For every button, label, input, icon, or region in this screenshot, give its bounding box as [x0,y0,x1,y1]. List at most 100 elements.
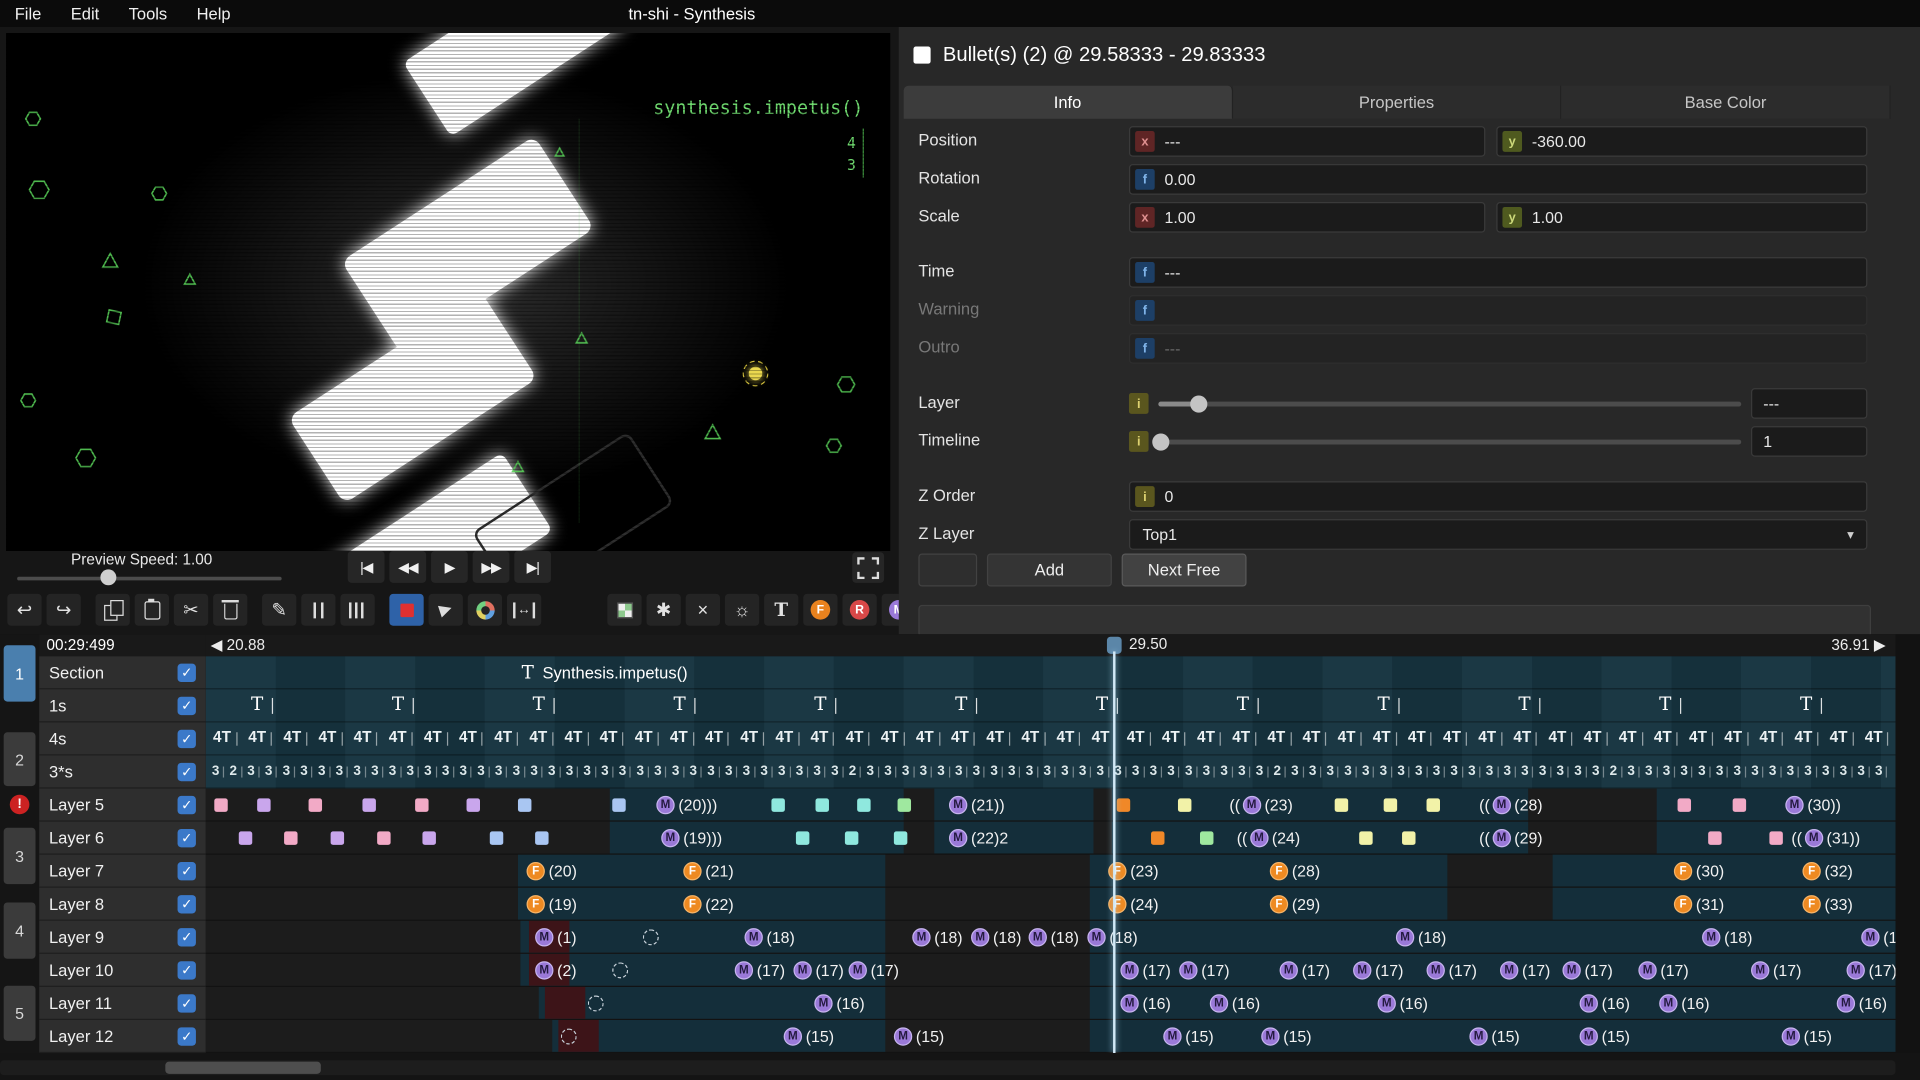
m-event-marker[interactable]: M (17) [848,960,899,981]
horizontal-scrollbar[interactable] [0,1060,1896,1076]
track-checkbox[interactable]: ✓ [177,993,196,1013]
beat-marker[interactable]: 3 [495,764,508,779]
brush-button[interactable]: ✎ [262,593,297,626]
rewind-button[interactable]: ◀◀ [389,551,427,583]
f-event-marker[interactable]: F (30) [1673,861,1724,882]
m-event-marker[interactable]: M (16) [1579,993,1630,1014]
m-event-marker[interactable]: M(18) [912,927,963,948]
timeline-ruler[interactable]: ◀ 20.88 29.50 36.91 ▶ [205,634,1896,657]
beat-marker[interactable]: 3 [1450,764,1464,779]
timeline-row-layer-7[interactable]: F (20) F (21) F (23) F (28) F (30) F (32) [205,854,1896,888]
beat-marker[interactable]: 3 [1167,764,1180,779]
m-event-marker[interactable]: M (16) [814,993,865,1014]
interval-a-button[interactable] [301,593,336,626]
bullet-square-marker[interactable] [1359,831,1373,845]
beat-marker[interactable]: 4T [1513,729,1537,746]
beat-marker[interactable]: 4T [1689,729,1713,746]
position-y-input[interactable]: y -360.00 [1496,126,1868,157]
interval-b-button[interactable] [340,593,375,626]
delete-event-button[interactable]: × [685,593,721,626]
beat-marker[interactable]: 3 [1804,764,1817,779]
track-checkbox[interactable]: ✓ [177,828,196,847]
beat-marker[interactable]: 4T [1584,729,1607,746]
section-tick-marker[interactable]: T [1378,693,1400,715]
bullet-square-marker[interactable] [308,798,323,812]
m-event-marker[interactable]: M(18) [971,927,1021,948]
bullet-square-marker[interactable] [330,831,345,845]
beat-marker[interactable]: 3 [636,764,650,779]
beat-marker[interactable]: 4T [1127,729,1151,746]
f-event-marker[interactable]: F (28) [1269,861,1320,882]
beat-marker[interactable]: 4T [775,729,799,746]
beat-marker[interactable]: 3 [1716,764,1729,779]
tab-base-color[interactable]: Base Color [1561,85,1891,119]
tab-info[interactable]: Info [903,85,1233,119]
beat-marker[interactable]: 4T [916,729,940,746]
beat-marker[interactable]: 3 [1362,764,1375,779]
beat-marker[interactable]: 3 [1574,764,1587,779]
m-event-marker[interactable]: M (15) [1163,1026,1214,1047]
m-event-marker[interactable]: ((M (31)) [1791,828,1860,849]
beat-marker[interactable]: 3 [1857,764,1871,779]
f-event-marker[interactable]: F (23) [1108,861,1159,882]
bullet-square-marker[interactable] [1151,831,1165,845]
f-event-marker[interactable]: F (22) [683,894,734,915]
m-event-marker[interactable]: M (17) [793,960,844,981]
bullet-square-marker[interactable] [1177,798,1192,812]
bullet-square-marker[interactable] [795,831,810,845]
rotation-input[interactable]: f 0.00 [1128,164,1868,195]
bullet-square-marker[interactable] [1334,798,1349,812]
timeline-slider[interactable] [1152,432,1742,451]
track-label-layer-12[interactable]: Layer 12 ✓ [39,1020,206,1054]
beat-marker[interactable]: 3 [548,764,561,779]
timeline-row-layer-10[interactable]: M (2) M (17) M (17) M (17) M (17) M (17) M (17) M (17) M… [205,953,1896,987]
m-event-marker[interactable]: ((M (24) [1237,828,1300,849]
timeline-row-4s[interactable]: 4T 4T 4T 4T 4T 4T 4T 4T 4T 4T 4T 4T 4T 4T 4T 4T 4T 4T 4T 4T… [205,722,1896,756]
beat-marker[interactable]: 3 [1468,764,1481,779]
beat-marker[interactable]: 3 [654,764,667,779]
beat-marker[interactable]: 3 [1203,764,1216,779]
bullet-square-marker[interactable] [257,798,271,812]
shot-tool-button[interactable] [428,593,463,626]
m-event-marker[interactable]: M(18) [744,927,795,948]
bullet-square-marker[interactable] [422,831,436,845]
add-button[interactable]: Add [986,553,1112,587]
track-label-layer-8[interactable]: Layer 8 ✓ [39,887,206,921]
m-event-marker[interactable]: ((M (29) [1479,828,1543,849]
timeline-row-layer-11[interactable]: M (16) M (16) M (16) M (16) M (16) M (16) M (16) [205,986,1896,1021]
beat-marker[interactable]: 4T [1724,729,1748,746]
beat-marker[interactable]: 4T [810,729,834,746]
paste-button[interactable] [134,593,169,626]
f-event-marker[interactable]: F (32) [1802,861,1853,882]
track-checkbox[interactable]: ✓ [177,696,196,715]
beat-marker[interactable]: 3 [920,764,933,779]
beat-marker[interactable]: 3 [619,764,632,779]
empty-event-marker[interactable] [642,929,659,946]
beat-marker[interactable]: 4T [213,729,237,746]
empty-event-marker[interactable] [587,995,604,1012]
track-checkbox[interactable]: ✓ [177,762,196,781]
m-event-marker[interactable]: M(18) [1861,927,1896,948]
beat-marker[interactable]: 3 [1769,764,1782,779]
m-event-marker[interactable]: M(18) [1395,927,1446,948]
beat-marker[interactable]: 3 [477,764,490,779]
cut-button[interactable]: ✂ [173,593,209,626]
beat-marker[interactable]: 3 [1380,764,1393,779]
timeline-row-section[interactable]: T Synthesis.impetus() [205,656,1896,690]
bullet-square-marker[interactable] [535,831,549,845]
beat-marker[interactable]: 3 [424,764,437,779]
scale-x-input[interactable]: x 1.00 [1128,202,1486,233]
beat-marker[interactable]: 2 [1610,764,1623,779]
section-marker[interactable]: T Synthesis.impetus() [522,661,688,683]
beat-marker[interactable]: 3 [902,764,915,779]
gear-tool-button[interactable]: ☼ [724,593,760,626]
beat-marker[interactable]: 3 [1557,764,1570,779]
timeline-group-4[interactable]: 4 [3,902,36,959]
menu-item-help[interactable]: Help [182,0,245,27]
f-event-marker[interactable]: F (20) [526,861,577,882]
bullet-square-marker[interactable] [362,798,376,812]
position-x-input[interactable]: x --- [1128,126,1486,157]
m-event-marker[interactable]: M (20))) [656,795,717,816]
skip-start-button[interactable]: |◀ [347,551,385,583]
beat-marker[interactable]: 4T [951,729,975,746]
